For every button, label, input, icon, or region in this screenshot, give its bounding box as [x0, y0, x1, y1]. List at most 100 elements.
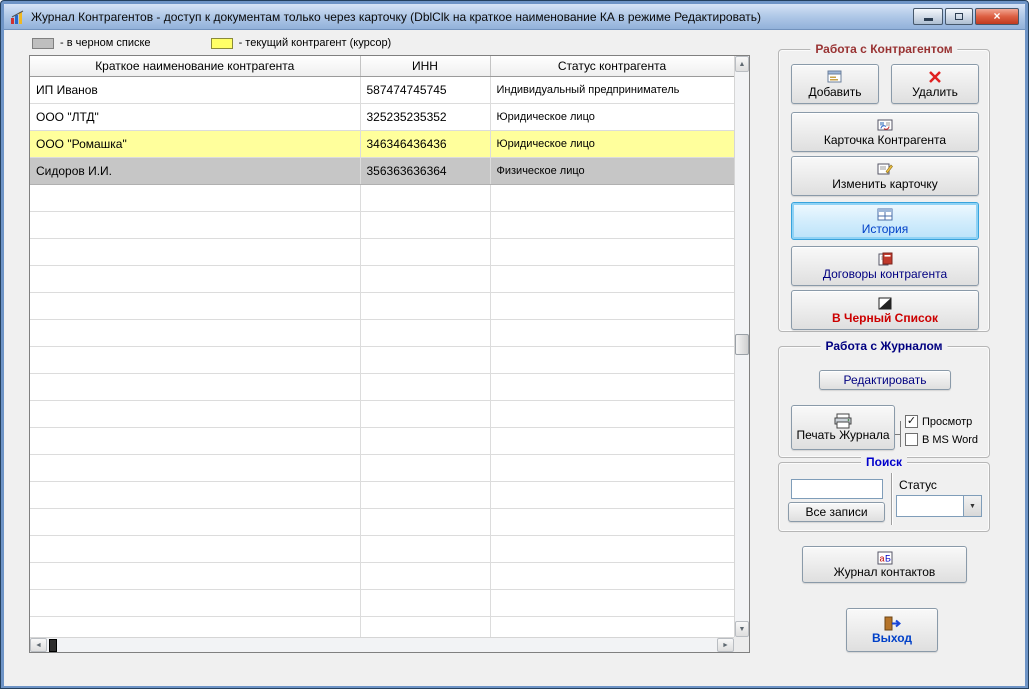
table-row[interactable] [30, 373, 734, 401]
table-row[interactable] [30, 211, 734, 239]
status-combobox-dropdown-button[interactable]: ▼ [963, 496, 981, 516]
msword-checkbox-box[interactable] [905, 433, 918, 446]
table-row[interactable] [30, 319, 734, 347]
cell-status [490, 319, 734, 347]
add-button[interactable]: Добавить [791, 64, 879, 104]
table-row[interactable] [30, 400, 734, 428]
search-group: Поиск Все записи Статус ▼ [778, 455, 990, 532]
cell-inn [360, 319, 491, 347]
history-button-label: История [861, 221, 909, 236]
column-header-name[interactable]: Краткое наименование контрагента [30, 56, 361, 77]
table-row[interactable]: ИП Иванов 587474745745 Индивидуальный пр… [30, 76, 734, 104]
cell-name [30, 508, 361, 536]
table-row[interactable]: ООО "Ромашка" 346346436436 Юридическое л… [30, 130, 734, 158]
window-controls: × [913, 8, 1019, 25]
history-button[interactable]: История [791, 202, 979, 240]
maximize-button[interactable] [945, 8, 973, 25]
preview-checkbox-box[interactable]: ✓ [905, 415, 918, 428]
cell-inn [360, 589, 491, 617]
cell-inn [360, 184, 491, 212]
msword-checkbox-label: В MS Word [922, 433, 979, 446]
cell-name: ООО "ЛТД" [30, 103, 361, 131]
close-icon: × [993, 9, 1001, 23]
window-title: Журнал Контрагентов - доступ к документа… [31, 9, 761, 24]
scroll-down-button[interactable]: ▼ [735, 621, 749, 637]
contacts-journal-button[interactable]: a Б Журнал контактов [802, 546, 967, 583]
contractor-group-title: Работа с Контрагентом [810, 42, 958, 56]
edit-card-button[interactable]: Изменить карточку [791, 156, 979, 196]
table-row[interactable] [30, 265, 734, 293]
scroll-right-button[interactable]: ► [717, 638, 734, 652]
horizontal-scrollbar[interactable]: ◄ ► [30, 637, 734, 652]
table-row[interactable] [30, 346, 734, 374]
cell-status [490, 346, 734, 374]
column-header-inn[interactable]: ИНН [360, 56, 491, 77]
table-row[interactable] [30, 427, 734, 455]
delete-button[interactable]: Удалить [891, 64, 979, 104]
table-row[interactable] [30, 562, 734, 590]
cell-inn [360, 238, 491, 266]
table-row[interactable] [30, 508, 734, 536]
table-row[interactable] [30, 589, 734, 617]
cell-name [30, 616, 361, 637]
cell-status [490, 589, 734, 617]
all-records-button[interactable]: Все записи [788, 502, 885, 522]
minimize-button[interactable] [913, 8, 943, 25]
scroll-up-button[interactable]: ▲ [735, 56, 749, 72]
column-header-status[interactable]: Статус контрагента [490, 56, 734, 77]
contractor-card-icon [877, 118, 893, 133]
table-row[interactable] [30, 184, 734, 212]
msword-checkbox[interactable]: В MS Word [905, 433, 978, 446]
blacklist-button[interactable]: В Черный Список [791, 290, 979, 330]
table-row[interactable] [30, 454, 734, 482]
status-combobox-value [897, 496, 963, 516]
cell-status: Индивидуальный предприниматель [490, 76, 734, 104]
journal-group-title: Работа с Журналом [820, 339, 948, 353]
vertical-scroll-thumb[interactable] [735, 334, 749, 355]
cell-status: Юридическое лицо [490, 130, 734, 158]
vertical-scrollbar[interactable]: ▲ ▼ [734, 56, 749, 637]
blacklist-button-label: В Черный Список [832, 310, 938, 325]
table-row[interactable] [30, 616, 734, 637]
horizontal-scroll-thumb[interactable] [49, 639, 57, 652]
table-row[interactable] [30, 535, 734, 563]
cell-status [490, 562, 734, 590]
cell-status [490, 508, 734, 536]
contracts-button[interactable]: Договоры контрагента [791, 246, 979, 286]
search-input[interactable] [791, 479, 883, 499]
add-form-icon [827, 70, 843, 85]
cell-status [490, 265, 734, 293]
contractor-card-button[interactable]: Карточка Контрагента [791, 112, 979, 152]
close-button[interactable]: × [975, 8, 1019, 25]
status-combobox[interactable]: ▼ [896, 495, 982, 517]
cell-status [490, 373, 734, 401]
all-records-button-label: Все записи [805, 504, 868, 519]
cell-status [490, 454, 734, 482]
scroll-left-button[interactable]: ◄ [30, 638, 47, 652]
table-row[interactable]: ООО "ЛТД" 325235235352 Юридическое лицо [30, 103, 734, 131]
contractors-table: Краткое наименование контрагента ИНН Ста… [30, 56, 734, 637]
horizontal-scroll-track[interactable] [47, 638, 717, 652]
table-row[interactable]: Сидоров И.И. 356363636364 Физическое лиц… [30, 157, 734, 185]
cell-inn: 346346436436 [360, 130, 491, 158]
vertical-scroll-track[interactable] [735, 72, 749, 621]
checkbox-bracket-line [900, 421, 901, 447]
cell-inn [360, 400, 491, 428]
print-journal-button[interactable]: Печать Журнала [791, 405, 895, 450]
table-row[interactable] [30, 481, 734, 509]
table-row[interactable] [30, 238, 734, 266]
cell-name [30, 454, 361, 482]
grid-area: Краткое наименование контрагента ИНН Ста… [30, 56, 734, 637]
cell-status [490, 535, 734, 563]
preview-checkbox[interactable]: ✓ Просмотр [905, 415, 972, 428]
exit-button[interactable]: Выход [846, 608, 938, 652]
cell-name [30, 319, 361, 347]
table-row[interactable] [30, 292, 734, 320]
cell-name [30, 481, 361, 509]
cell-status [490, 292, 734, 320]
cell-inn: 587474745745 [360, 76, 491, 104]
current-legend-label: - текущий контрагент (курсор) [238, 37, 392, 49]
edit-journal-button[interactable]: Редактировать [819, 370, 951, 390]
cell-inn: 356363636364 [360, 157, 491, 185]
exit-door-icon [883, 616, 901, 631]
